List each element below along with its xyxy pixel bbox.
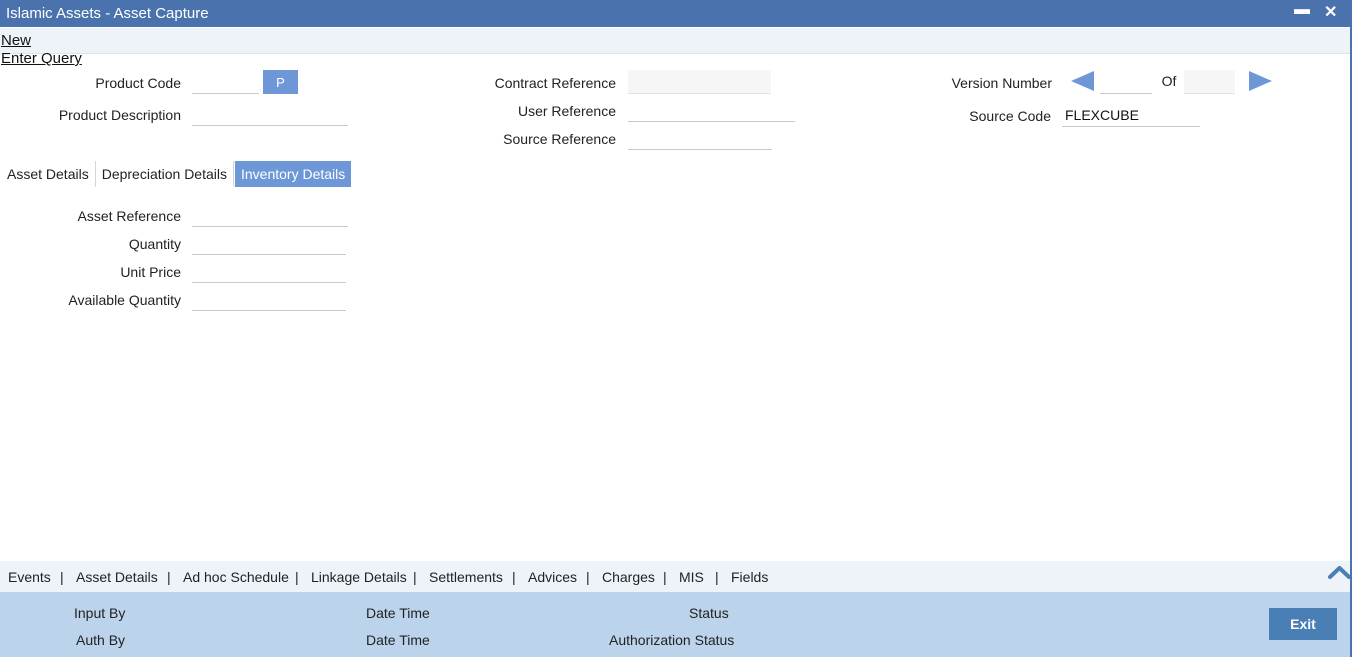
nav-separator: | bbox=[295, 569, 299, 585]
product-description-input[interactable] bbox=[192, 102, 348, 126]
detail-tabs: Asset Details Depreciation Details Inven… bbox=[1, 161, 352, 187]
version-number-input[interactable] bbox=[1100, 70, 1152, 94]
version-total-input[interactable] bbox=[1184, 70, 1235, 94]
asset-reference-input[interactable] bbox=[192, 203, 348, 227]
nav-separator: | bbox=[60, 569, 64, 585]
nav-settlements[interactable]: Settlements bbox=[429, 569, 503, 585]
audit-footer: Input By Auth By Date Time Date Time Sta… bbox=[0, 592, 1352, 657]
nav-advices[interactable]: Advices bbox=[528, 569, 577, 585]
unit-price-label: Unit Price bbox=[120, 264, 181, 280]
authorization-status-label: Authorization Status bbox=[609, 632, 735, 648]
status-label: Status bbox=[689, 605, 729, 621]
quantity-label: Quantity bbox=[128, 236, 181, 252]
window-title: Islamic Assets - Asset Capture bbox=[6, 5, 209, 22]
product-code-label: Product Code bbox=[95, 75, 181, 91]
source-code-input[interactable] bbox=[1062, 103, 1200, 127]
enter-query-link[interactable]: Enter Query bbox=[1, 50, 82, 67]
contract-reference-input[interactable] bbox=[628, 70, 771, 94]
arrow-right-icon[interactable] bbox=[1249, 71, 1272, 91]
chevron-up-icon[interactable] bbox=[1327, 563, 1352, 581]
auth-by-label: Auth By bbox=[76, 632, 126, 648]
tab-asset-details[interactable]: Asset Details bbox=[1, 161, 96, 187]
asset-reference-label: Asset Reference bbox=[77, 208, 182, 224]
close-icon[interactable]: ✕ bbox=[1324, 2, 1337, 22]
quantity-input[interactable] bbox=[192, 231, 346, 255]
product-code-input[interactable] bbox=[192, 70, 259, 94]
nav-adhoc-schedule[interactable]: Ad hoc Schedule bbox=[183, 569, 289, 585]
bottom-nav: Events | Asset Details | Ad hoc Schedule… bbox=[0, 561, 1352, 592]
available-quantity-input[interactable] bbox=[192, 287, 346, 311]
auth-date-time-label: Date Time bbox=[366, 632, 430, 648]
nav-mis[interactable]: MIS bbox=[679, 569, 704, 585]
product-description-label: Product Description bbox=[58, 107, 181, 123]
nav-asset-details[interactable]: Asset Details bbox=[76, 569, 158, 585]
tab-inventory-details[interactable]: Inventory Details bbox=[235, 161, 352, 187]
user-reference-input[interactable] bbox=[628, 98, 795, 122]
unit-price-input[interactable] bbox=[192, 259, 346, 283]
contract-reference-label: Contract Reference bbox=[494, 75, 616, 91]
nav-separator: | bbox=[167, 569, 171, 585]
nav-separator: | bbox=[663, 569, 667, 585]
input-date-time-label: Date Time bbox=[366, 605, 430, 621]
exit-button[interactable]: Exit bbox=[1269, 608, 1337, 640]
nav-separator: | bbox=[715, 569, 719, 585]
nav-fields[interactable]: Fields bbox=[731, 569, 768, 585]
minimize-icon[interactable]: ▬ bbox=[1294, 1, 1310, 19]
nav-separator: | bbox=[413, 569, 417, 585]
nav-events[interactable]: Events bbox=[8, 569, 51, 585]
new-link[interactable]: New bbox=[1, 32, 31, 49]
nav-charges[interactable]: Charges bbox=[602, 569, 655, 585]
user-reference-label: User Reference bbox=[517, 103, 616, 119]
toolbar bbox=[0, 28, 1352, 54]
input-by-label: Input By bbox=[74, 605, 126, 621]
of-label: Of bbox=[1161, 73, 1177, 89]
nav-linkage-details[interactable]: Linkage Details bbox=[311, 569, 407, 585]
source-code-label: Source Code bbox=[969, 108, 1051, 124]
version-number-label: Version Number bbox=[951, 75, 1052, 91]
title-bar: Islamic Assets - Asset Capture ▬ ✕ bbox=[0, 0, 1352, 27]
nav-separator: | bbox=[586, 569, 590, 585]
tab-depreciation-details[interactable]: Depreciation Details bbox=[96, 161, 234, 187]
available-quantity-label: Available Quantity bbox=[68, 292, 181, 308]
source-reference-input[interactable] bbox=[628, 126, 772, 150]
nav-separator: | bbox=[512, 569, 516, 585]
arrow-left-icon[interactable] bbox=[1071, 71, 1094, 91]
source-reference-label: Source Reference bbox=[503, 131, 616, 147]
product-lov-button[interactable]: P bbox=[263, 70, 298, 94]
